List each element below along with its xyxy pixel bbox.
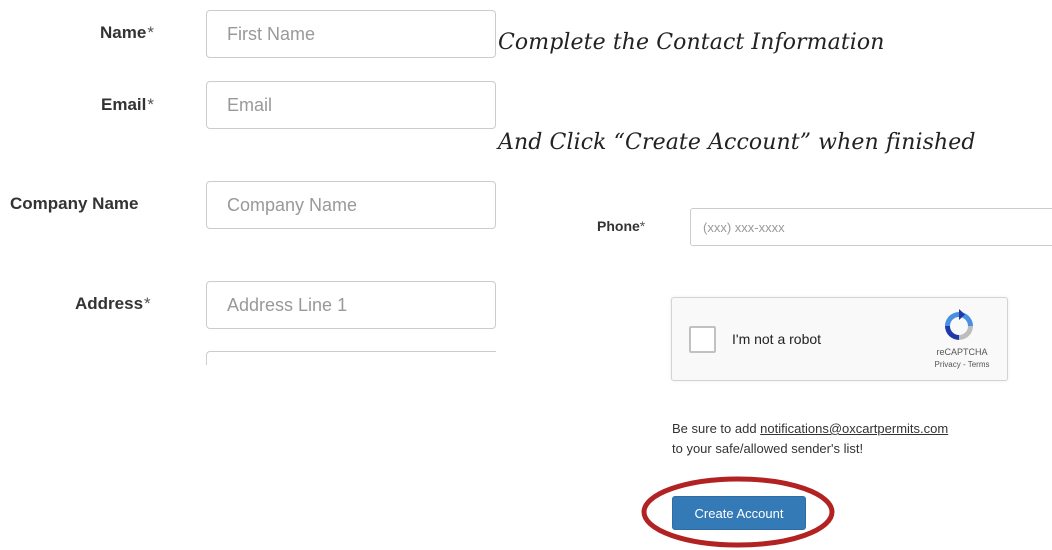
recaptcha-checkbox[interactable] bbox=[689, 326, 716, 353]
address-line1-input[interactable] bbox=[206, 281, 496, 329]
create-account-button[interactable]: Create Account bbox=[672, 496, 806, 530]
instruction-line-2: And Click “Create Account” when finished bbox=[498, 130, 976, 155]
recaptcha-brand: reCAPTCHA bbox=[936, 347, 988, 357]
email-input[interactable] bbox=[206, 81, 496, 129]
email-label: Email* bbox=[101, 95, 154, 114]
address-line2-input[interactable] bbox=[206, 351, 496, 365]
contact-form: Name* Email* Company Name Address* bbox=[0, 0, 496, 546]
first-name-input[interactable] bbox=[206, 10, 496, 58]
instruction-line-1: Complete the Contact Information bbox=[498, 30, 885, 55]
recaptcha-widget: I'm not a robot reCAPTCHA Privacy - Term… bbox=[671, 297, 1008, 381]
phone-input[interactable] bbox=[690, 208, 1052, 246]
recaptcha-logo-icon bbox=[945, 309, 973, 340]
address-label: Address* bbox=[75, 294, 151, 313]
recaptcha-privacy-terms[interactable]: Privacy - Terms bbox=[922, 360, 1002, 369]
company-name-label: Company Name bbox=[10, 194, 139, 213]
notification-email-link[interactable]: notifications@oxcartpermits.com bbox=[760, 421, 948, 436]
safe-sender-notice: Be sure to add notifications@oxcartpermi… bbox=[672, 421, 949, 456]
name-label: Name* bbox=[100, 23, 154, 42]
company-name-input[interactable] bbox=[206, 181, 496, 229]
recaptcha-label: I'm not a robot bbox=[732, 331, 822, 347]
phone-label: Phone* bbox=[597, 218, 646, 234]
